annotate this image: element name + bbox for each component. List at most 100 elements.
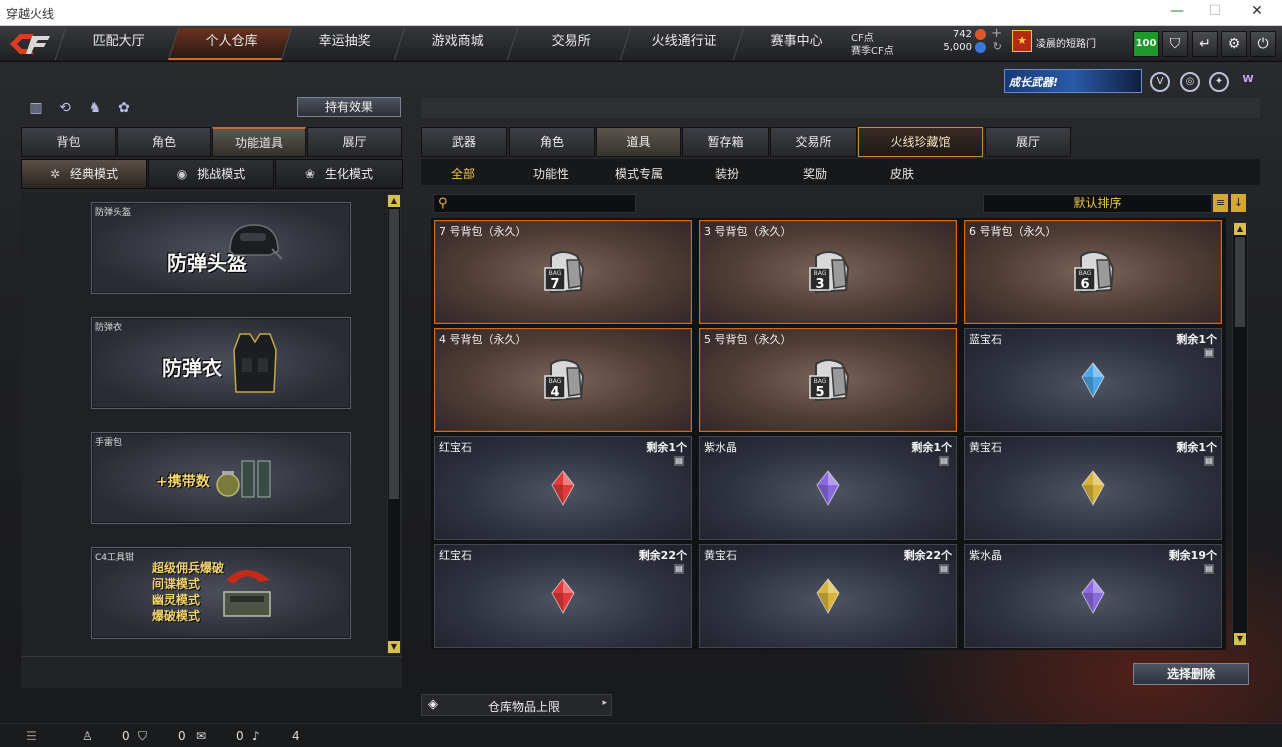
item-bag-icon[interactable]: ✿ <box>114 98 134 118</box>
helmet-card[interactable]: 防弹头盔 防弹头盔 <box>91 202 351 294</box>
season-cf-value: 5,000 <box>943 42 972 53</box>
warehouse-tab-3[interactable]: 暂存箱 <box>682 127 769 157</box>
item-grid: 7 号背包（永久） BAG 7 3 号背包（永久） BAG 3 6 号背包（永久） BAG 6 4… <box>431 218 1226 650</box>
currency-panel: CF点 742 赛季CF点 5,000 + ↻ <box>848 26 1008 60</box>
menu-list-icon[interactable]: ☰ <box>26 729 37 743</box>
vest-card[interactable]: 防弹衣 防弹衣 <box>91 317 351 409</box>
nav-tab-1[interactable]: 个人仓库 <box>167 28 295 60</box>
delete-trash-icon[interactable]: ▤ <box>673 563 685 575</box>
mode-tab-2[interactable]: ❀ 生化模式 <box>275 159 403 189</box>
backpack-card[interactable]: 6 号背包（永久） BAG 6 <box>964 220 1222 324</box>
warehouse-tab-5[interactable]: 火线珍藏馆 <box>858 127 983 157</box>
left-panel-footer <box>21 656 402 688</box>
scroll-up-arrow-icon[interactable]: ▲ <box>388 195 400 207</box>
nav-tab-3[interactable]: 游戏商城 <box>393 28 521 60</box>
delete-trash-icon[interactable]: ▤ <box>1203 455 1215 467</box>
window-title-bar: 穿越火线 — ☐ ✕ <box>0 0 1282 26</box>
delete-trash-icon[interactable]: ▤ <box>673 455 685 467</box>
maximize-button[interactable]: ☐ <box>1200 3 1230 23</box>
speaker-count: 4 <box>292 729 300 743</box>
growth-weapon-banner[interactable]: 成长武器! <box>1004 69 1142 93</box>
warehouse-tab-4[interactable]: 交易所 <box>770 127 857 157</box>
rank-shield-icon[interactable]: ⛉ <box>1162 31 1188 57</box>
warehouse-tab-2[interactable]: 道具 <box>596 127 681 157</box>
settings-gear-icon[interactable]: ⚙ <box>1221 31 1247 57</box>
gem-card[interactable]: 红宝石 剩余1个 ▤ <box>434 436 692 540</box>
gem-card[interactable]: 红宝石 剩余22个 ▤ <box>434 544 692 648</box>
speaker-icon[interactable]: ♪ <box>252 729 260 743</box>
friends-icon[interactable]: ♙ <box>82 729 93 743</box>
warehouse-tab-6[interactable]: 展厅 <box>985 127 1071 157</box>
cycle-icon[interactable]: ⟲ <box>55 98 75 118</box>
delete-trash-icon[interactable]: ▤ <box>1203 563 1215 575</box>
nav-tab-5[interactable]: 火线通行证 <box>619 28 747 60</box>
mode-tab-0[interactable]: ✲ 经典模式 <box>21 159 147 189</box>
gem-card[interactable]: 黄宝石 剩余1个 ▤ <box>964 436 1222 540</box>
back-icon[interactable]: ↵ <box>1192 31 1218 57</box>
backpack-card[interactable]: 7 号背包（永久） BAG 7 <box>434 220 692 324</box>
grid-scroll-thumb[interactable] <box>1235 237 1245 327</box>
delete-trash-icon[interactable]: ▤ <box>938 455 950 467</box>
crest-icon[interactable]: ✦ <box>1209 72 1229 92</box>
mode-tab-label: 经典模式 <box>70 167 119 181</box>
badge-v-icon[interactable]: V <box>1150 72 1170 92</box>
item-name: 紫水晶 <box>704 441 737 454</box>
nav-tab-2[interactable]: 幸运抽奖 <box>280 28 408 60</box>
refresh-icon[interactable]: ↻ <box>993 40 1002 53</box>
gem-card[interactable]: 黄宝石 剩余22个 ▤ <box>699 544 957 648</box>
sub-tab-4[interactable]: 奖励 <box>803 165 827 182</box>
list-view-icon[interactable]: ≡ <box>1213 194 1228 212</box>
item-quantity: 剩余1个 <box>1176 441 1217 454</box>
left-tab-3[interactable]: 展厅 <box>307 127 402 157</box>
minimize-button[interactable]: — <box>1162 3 1192 23</box>
delete-trash-icon[interactable]: ▤ <box>938 563 950 575</box>
warehouse-limit-bar[interactable]: ◈ 仓库物品上限 ▸ <box>421 694 612 716</box>
mode-tab-1[interactable]: ◉ 挑战模式 <box>148 159 274 189</box>
grid-scroll-down-icon[interactable]: ▼ <box>1234 633 1246 645</box>
nav-tab-4[interactable]: 交易所 <box>506 28 634 60</box>
grenade-pack-card[interactable]: 手雷包 +携带数 <box>91 432 351 524</box>
sub-tab-0[interactable]: 全部 <box>451 165 475 182</box>
chat-icon[interactable]: ✉ <box>196 729 206 743</box>
w-logo-icon[interactable]: W <box>1238 72 1258 92</box>
sort-down-arrow-icon[interactable]: ↓ <box>1231 194 1246 212</box>
holding-effect-button[interactable]: 持有效果 <box>297 97 401 117</box>
grid-scroll-up-icon[interactable]: ▲ <box>1234 223 1246 235</box>
grid-scrollbar[interactable]: ▲ ▼ <box>1232 222 1248 646</box>
left-tab-0[interactable]: 背包 <box>21 127 116 157</box>
globe-icon[interactable]: ◎ <box>1180 72 1200 92</box>
backpack-card[interactable]: 4 号背包（永久） BAG 4 <box>434 328 692 432</box>
gem-card[interactable]: 紫水晶 剩余1个 ▤ <box>699 436 957 540</box>
scroll-down-arrow-icon[interactable]: ▼ <box>388 641 400 653</box>
backpack-card[interactable]: 3 号背包（永久） BAG 3 <box>699 220 957 324</box>
nav-tab-6[interactable]: 赛事中心 <box>732 28 860 60</box>
nav-tab-0[interactable]: 匹配大厅 <box>54 28 182 60</box>
warehouse-tab-0[interactable]: 武器 <box>421 127 507 157</box>
sub-tab-2[interactable]: 模式专属 <box>615 165 663 182</box>
power-icon[interactable]: ⏻ <box>1250 31 1276 57</box>
scroll-thumb[interactable] <box>389 209 399 499</box>
sub-tab-1[interactable]: 功能性 <box>533 165 569 182</box>
warehouse-tab-1[interactable]: 角色 <box>509 127 595 157</box>
select-delete-button[interactable]: 选择删除 <box>1133 663 1249 685</box>
backpack-card[interactable]: 5 号背包（永久） BAG 5 <box>699 328 957 432</box>
gem-card[interactable]: 蓝宝石 剩余1个 ▤ <box>964 328 1222 432</box>
window-title: 穿越火线 <box>6 7 55 21</box>
player-profile[interactable]: ★ 凌晨的短路门 <box>1010 28 1130 56</box>
gem-card[interactable]: 紫水晶 剩余19个 ▤ <box>964 544 1222 648</box>
character-icon[interactable]: ♞ <box>85 98 105 118</box>
search-input[interactable]: ⚲ <box>433 194 636 213</box>
left-tab-2[interactable]: 功能道具 <box>212 127 306 157</box>
c4-tool-card[interactable]: C4工具钳 超级佣兵爆破 间谍模式 幽灵模式 爆破模式 <box>91 547 351 639</box>
add-currency-icon[interactable]: + <box>991 26 1002 41</box>
left-scrollbar[interactable]: ▲ ▼ <box>387 194 401 654</box>
sort-dropdown[interactable]: 默认排序 <box>983 194 1212 213</box>
delete-trash-icon[interactable]: ▤ <box>1203 347 1215 359</box>
close-button[interactable]: ✕ <box>1242 3 1272 23</box>
left-tab-1[interactable]: 角色 <box>117 127 211 157</box>
clan-shield-icon[interactable]: ⛉ <box>138 729 147 744</box>
sub-tab-3[interactable]: 装扮 <box>715 165 739 182</box>
stats-icon[interactable]: ▥ <box>26 98 46 118</box>
sub-tab-5[interactable]: 皮肤 <box>890 165 914 182</box>
right-panel-header-strip <box>421 98 1260 118</box>
